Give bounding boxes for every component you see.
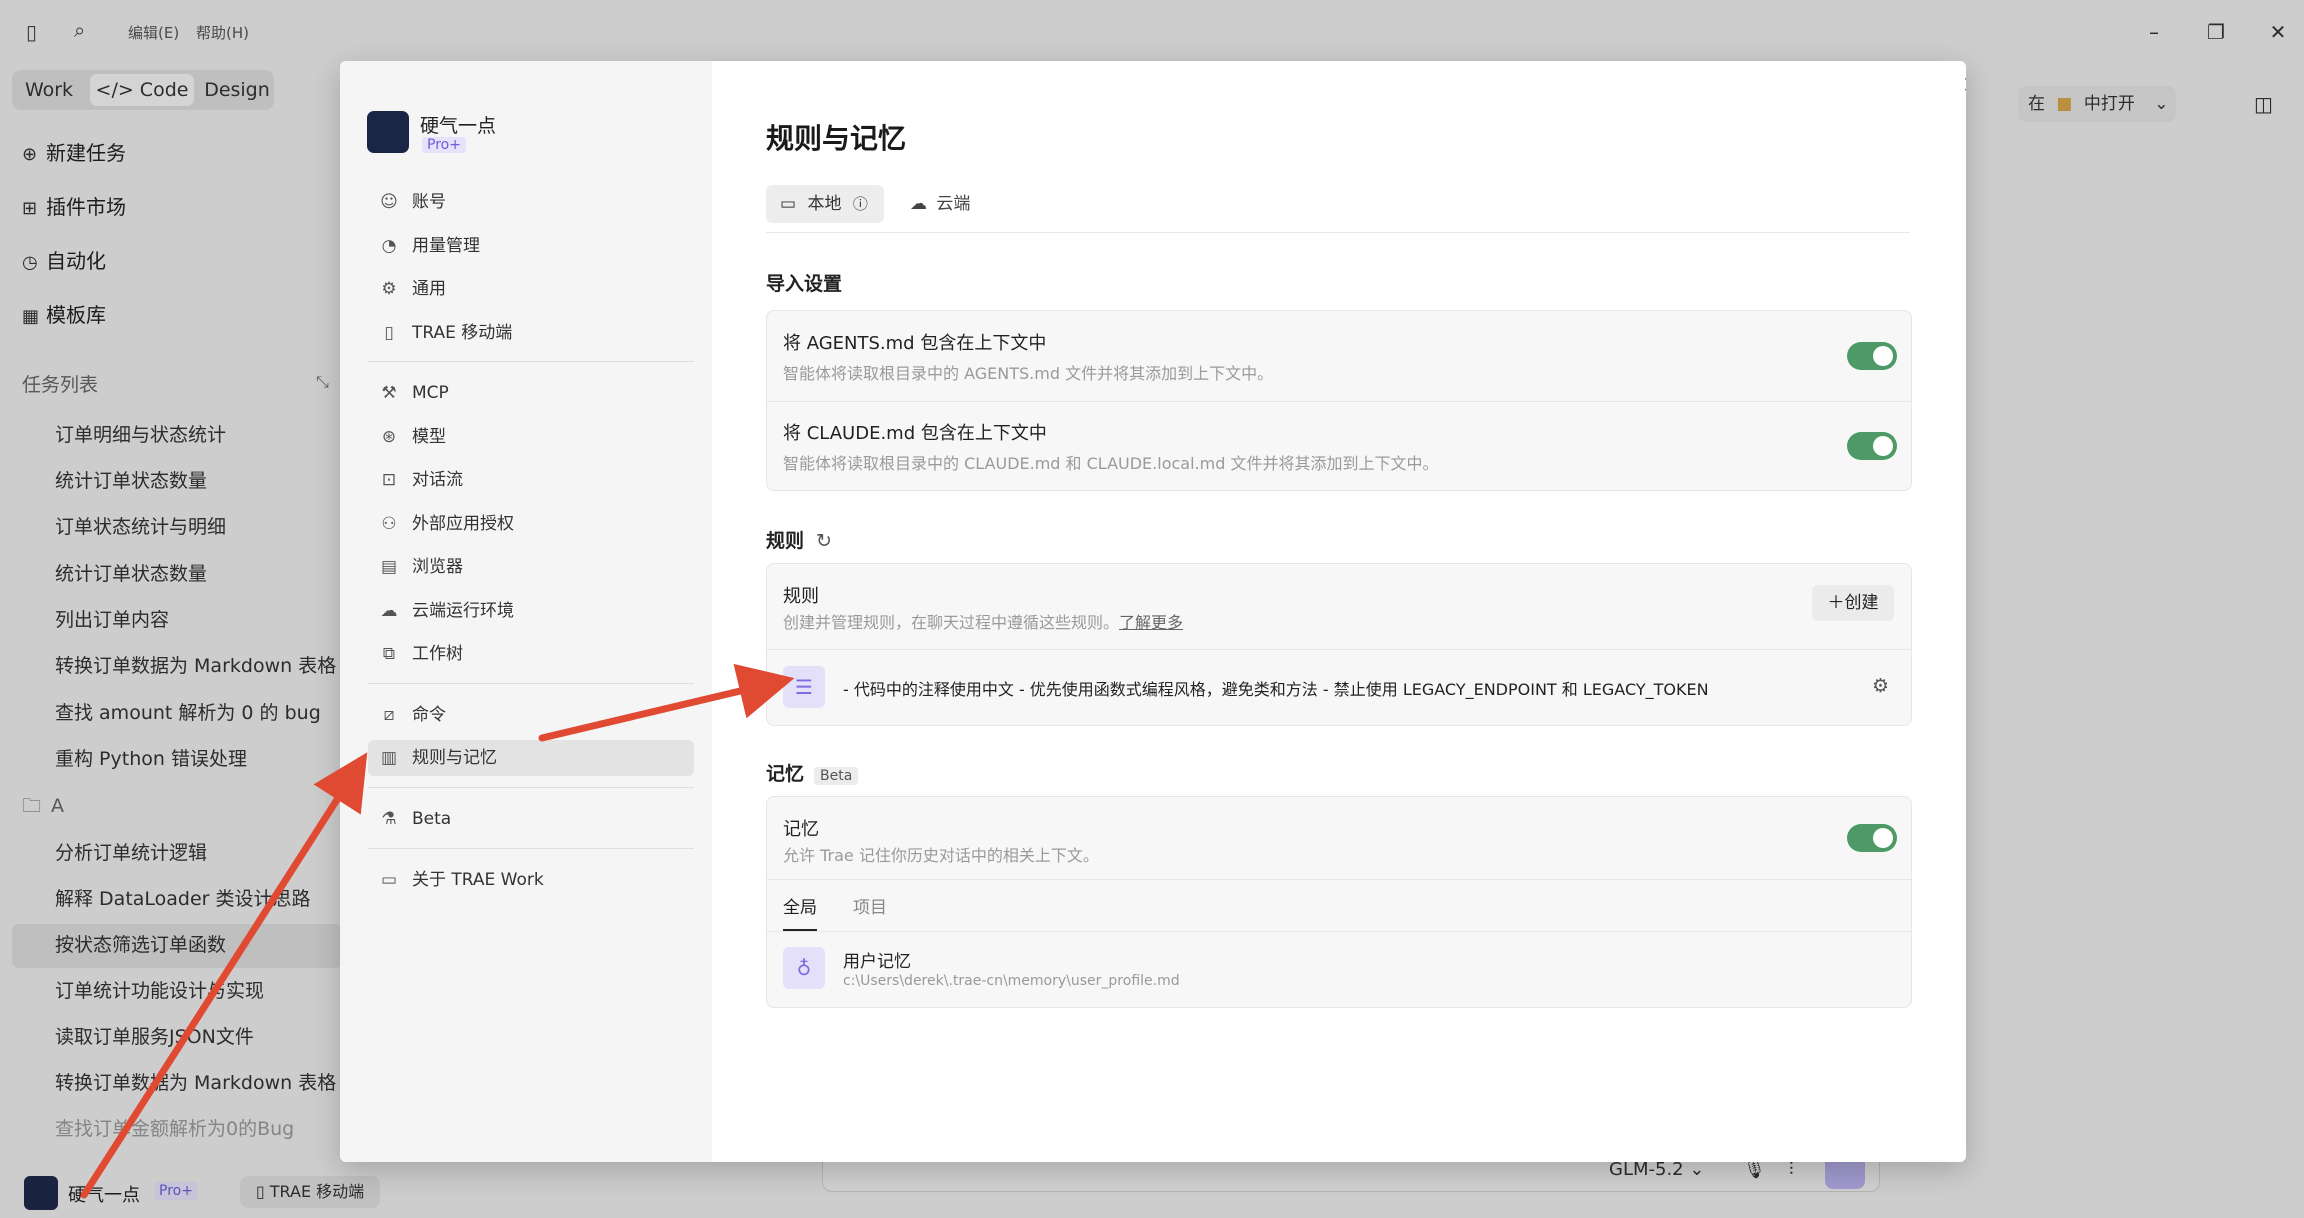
- menu-general[interactable]: ⚙ 通用: [368, 271, 694, 307]
- memory-desc: 允许 Trae 记住你历史对话中的相关上下文。: [783, 846, 1099, 865]
- beta-badge: Beta: [814, 767, 859, 785]
- menu-browser[interactable]: ▤ 浏览器: [368, 549, 694, 585]
- menu-beta[interactable]: ⚗ Beta: [368, 801, 694, 837]
- page-title: 规则与记忆: [766, 122, 907, 155]
- browser-icon: ▤: [380, 557, 398, 577]
- menu-account[interactable]: ☺ 账号: [368, 184, 694, 220]
- divider: [368, 683, 694, 684]
- rule-settings-icon[interactable]: ⚙: [1872, 675, 1889, 697]
- user-memory-path: c:\Users\derek\.trae-cn\memory\user_prof…: [843, 973, 1180, 989]
- rule-file-icon: ☰: [783, 666, 825, 708]
- cloud-icon: ☁: [380, 601, 398, 621]
- menu-chat-flow[interactable]: ⊡ 对话流: [368, 462, 694, 498]
- menu-cloud-env[interactable]: ☁ 云端运行环境: [368, 593, 694, 629]
- tab-local[interactable]: ▭ 本地 ⓘ: [766, 185, 884, 223]
- agents-title: 将 AGENTS.md 包含在上下文中: [783, 333, 1047, 354]
- menu-mcp[interactable]: ⚒ MCP: [368, 375, 694, 411]
- profile-name: 硬气一点: [420, 115, 497, 137]
- plus-icon: ＋: [1827, 593, 1845, 613]
- card-divider: [767, 879, 1911, 880]
- close-icon[interactable]: ✕: [1962, 71, 1966, 99]
- learn-more-link[interactable]: 了解更多: [1119, 613, 1183, 632]
- rules-card: 规则 创建并管理规则，在聊天过程中遵循这些规则。了解更多 ＋创建 ☰ - 代码中…: [766, 563, 1912, 726]
- tab-cloud[interactable]: ☁ 云端: [910, 185, 970, 223]
- settings-sidebar: 硬气一点 Pro+ ☺ 账号 ◔ 用量管理 ⚙ 通用 ▯ TRAE 移动端 ⚒ MCP ⊛…: [340, 61, 712, 1162]
- rules-icon: ▥: [380, 748, 398, 768]
- divider: [368, 848, 694, 849]
- divider: [368, 361, 694, 362]
- card-divider: [767, 649, 1911, 650]
- cloud-icon: ☁: [910, 194, 927, 214]
- user-memory-title[interactable]: 用户记忆: [843, 947, 911, 972]
- memory-tab-project[interactable]: 项目: [853, 893, 887, 918]
- memory-section-title: 记忆 Beta: [766, 759, 859, 786]
- menu-rules-memory[interactable]: ▥ 规则与记忆: [368, 740, 694, 776]
- rules-card-desc: 创建并管理规则，在聊天过程中遵循这些规则。了解更多: [783, 613, 1184, 632]
- claude-title: 将 CLAUDE.md 包含在上下文中: [783, 423, 1047, 444]
- agents-toggle[interactable]: [1847, 342, 1897, 370]
- memory-brain-icon: ♁: [783, 947, 825, 989]
- memory-toggle[interactable]: [1847, 824, 1897, 852]
- claude-toggle[interactable]: [1847, 432, 1897, 460]
- menu-about[interactable]: ▭ 关于 TRAE Work: [368, 862, 694, 898]
- tabs-divider: [766, 232, 1910, 233]
- info-icon: ⓘ: [852, 195, 868, 213]
- memory-title: 记忆: [783, 819, 819, 840]
- menu-model[interactable]: ⊛ 模型: [368, 419, 694, 455]
- settings-modal: 硬气一点 Pro+ ☺ 账号 ◔ 用量管理 ⚙ 通用 ▯ TRAE 移动端 ⚒ MCP ⊛…: [340, 61, 1966, 1162]
- worktree-icon: ⧉: [382, 644, 396, 664]
- claude-desc: 智能体将读取根目录中的 CLAUDE.md 和 CLAUDE.local.md …: [783, 454, 1439, 473]
- card-divider: [767, 931, 1911, 932]
- memory-card: 记忆 允许 Trae 记住你历史对话中的相关上下文。 全局 项目 ♁ 用户记忆 …: [766, 796, 1912, 1008]
- profile-badge: Pro+: [422, 137, 466, 153]
- menu-mobile[interactable]: ▯ TRAE 移动端: [368, 315, 694, 351]
- import-card: 将 AGENTS.md 包含在上下文中 智能体将读取根目录中的 AGENTS.m…: [766, 310, 1912, 491]
- info-card-icon: ▭: [380, 870, 398, 890]
- model-icon: ⊛: [381, 427, 397, 447]
- usage-icon: ◔: [381, 236, 397, 256]
- rule-item-text[interactable]: - 代码中的注释使用中文 - 优先使用函数式编程风格，避免类和方法 - 禁止使用…: [843, 676, 1709, 700]
- chat-icon: ⊡: [381, 470, 397, 490]
- phone-icon: ▯: [384, 323, 394, 343]
- command-icon: ⧄: [383, 705, 395, 725]
- menu-commands[interactable]: ⧄ 命令: [368, 697, 694, 733]
- user-circle-icon: ☺: [380, 192, 398, 212]
- settings-content: ✕ 规则与记忆 ▭ 本地 ⓘ ☁ 云端 导入设置 将 AGENTS.md 包含在…: [712, 61, 1966, 1162]
- rules-card-title: 规则: [783, 586, 819, 607]
- rules-section-title: 规则 ↻: [766, 530, 832, 552]
- monitor-icon: ▭: [780, 194, 797, 214]
- menu-worktree[interactable]: ⧉ 工作树: [368, 636, 694, 672]
- flask-icon: ⚗: [381, 809, 397, 829]
- profile-avatar: [367, 111, 409, 153]
- gear-icon: ⚙: [381, 279, 397, 299]
- import-settings-title: 导入设置: [766, 273, 843, 295]
- memory-tab-global[interactable]: 全局: [783, 893, 817, 918]
- menu-external-auth[interactable]: ⚇ 外部应用授权: [368, 506, 694, 542]
- agents-desc: 智能体将读取根目录中的 AGENTS.md 文件并将其添加到上下文中。: [783, 364, 1274, 383]
- menu-usage[interactable]: ◔ 用量管理: [368, 228, 694, 264]
- divider: [368, 787, 694, 788]
- create-rule-button[interactable]: ＋创建: [1812, 585, 1894, 621]
- wrench-icon: ⚒: [381, 383, 397, 403]
- person-icon: ⚇: [381, 514, 397, 534]
- card-divider: [767, 401, 1911, 402]
- refresh-icon[interactable]: ↻: [816, 530, 832, 552]
